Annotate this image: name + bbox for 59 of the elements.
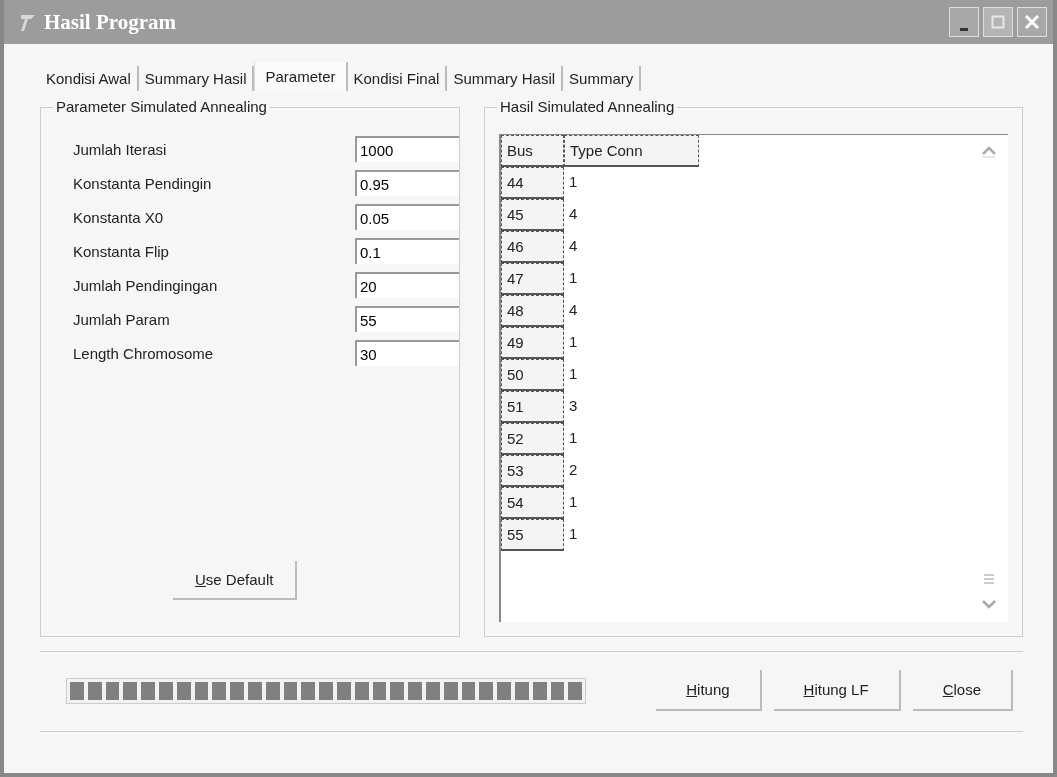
- use-default-button[interactable]: Use Default: [173, 561, 298, 600]
- row-header: 45: [501, 199, 564, 231]
- table-cell-text: 1: [568, 428, 579, 448]
- input-field[interactable]: 0.05: [355, 204, 459, 230]
- close-icon: [1024, 14, 1040, 30]
- tab[interactable]: Summary Hasil: [447, 66, 564, 91]
- row-header: 48: [501, 295, 564, 327]
- tab[interactable]: Summary: [563, 66, 642, 91]
- row-header: 54: [501, 487, 564, 519]
- tab[interactable]: Kondisi Awal: [40, 66, 139, 91]
- table-cell-text: 4: [568, 300, 579, 320]
- field-label: Length Chromosome: [73, 344, 214, 362]
- row-header: 53: [501, 455, 564, 487]
- input-field[interactable]: 20: [355, 272, 459, 298]
- input-field[interactable]: 55: [355, 306, 459, 332]
- table-cell-text: 3: [568, 396, 579, 416]
- table-cell-text: 1: [568, 332, 579, 352]
- table-cell-text: 4: [568, 204, 579, 224]
- scroll-up-icon[interactable]: [980, 145, 998, 159]
- row-header: 47: [501, 263, 564, 295]
- input-field[interactable]: 0.95: [355, 170, 459, 196]
- input-field[interactable]: 30: [355, 340, 459, 366]
- tab[interactable]: Parameter: [254, 62, 348, 91]
- column-header: Bus: [501, 135, 564, 167]
- row-header: 44: [501, 167, 564, 199]
- tab[interactable]: Kondisi Final: [347, 66, 448, 91]
- action-button[interactable]: Hitung: [656, 670, 762, 711]
- table-cell-text: 4: [568, 236, 579, 256]
- row-header: 52: [501, 423, 564, 455]
- action-button[interactable]: Hitung LF: [773, 670, 901, 711]
- table-cell-text: 1: [568, 364, 579, 384]
- maximize-icon: [991, 15, 1005, 29]
- minimize-icon: [960, 27, 968, 31]
- table-cell-text: 1: [568, 492, 579, 512]
- row-header: 49: [501, 327, 564, 359]
- field-label: Konstanta X0: [73, 208, 164, 226]
- input-field[interactable]: 1000: [355, 136, 459, 162]
- table-cell-text: 1: [568, 172, 579, 192]
- scroll-down-icon[interactable]: [980, 598, 998, 610]
- minimize-button[interactable]: [949, 7, 979, 37]
- field-label: Jumlah Iterasi: [73, 140, 167, 158]
- field-label: Jumlah Param: [73, 310, 170, 328]
- table-cell-text: 1: [568, 524, 579, 544]
- field-label: Konstanta Pendingin: [73, 174, 212, 192]
- window-title: Hasil Program: [44, 9, 176, 35]
- row-header: 55: [501, 519, 564, 551]
- row-header: 46: [501, 231, 564, 263]
- action-button[interactable]: Close: [912, 670, 1013, 711]
- column-header: Type Conn: [564, 135, 699, 167]
- group-title: Parameter Simulated Annealing: [53, 98, 270, 115]
- row-header: 51: [501, 391, 564, 423]
- table-cell-text: 2: [568, 460, 579, 480]
- input-field[interactable]: 0.1: [355, 238, 459, 264]
- field-label: Konstanta Flip: [73, 242, 169, 260]
- group-title: Hasil Simulated Annealing: [497, 98, 678, 115]
- close-button[interactable]: [1017, 7, 1047, 37]
- table-cell-text: 1: [568, 268, 579, 288]
- field-label: Jumlah Pendingingan: [73, 276, 218, 294]
- row-header: 50: [501, 359, 564, 391]
